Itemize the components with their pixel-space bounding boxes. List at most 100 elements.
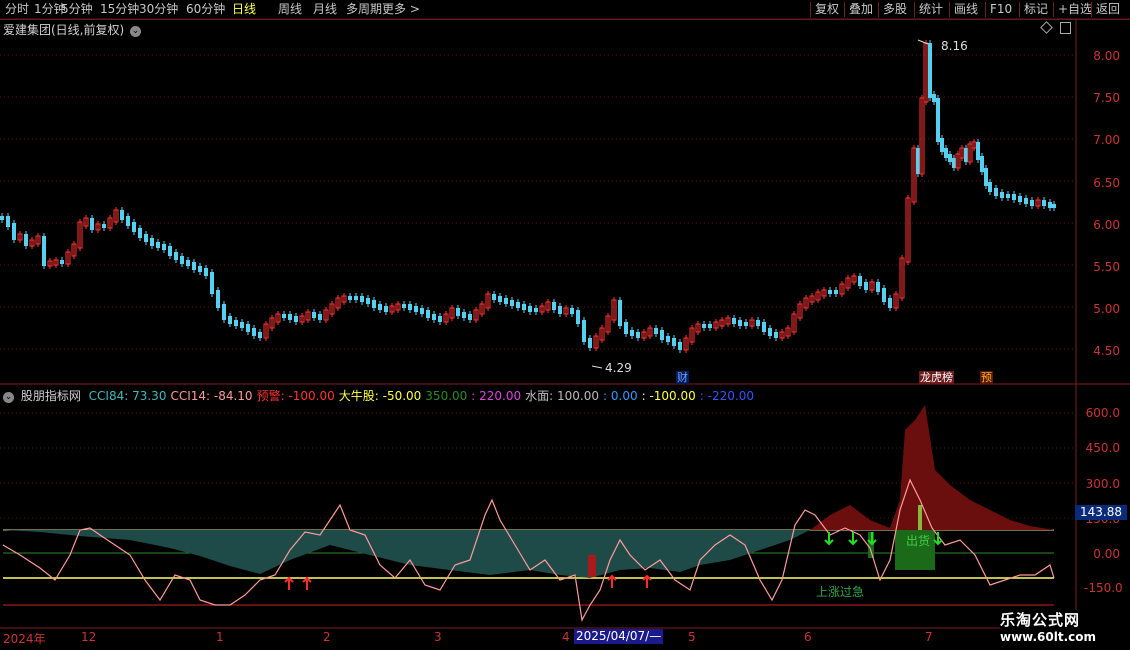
candle-body bbox=[504, 298, 508, 304]
candle-body bbox=[456, 308, 460, 316]
candle-body bbox=[408, 304, 412, 310]
candle-body bbox=[468, 314, 472, 320]
candle-body bbox=[864, 282, 868, 290]
candle-body bbox=[120, 210, 124, 220]
candle-body bbox=[180, 256, 184, 264]
time-tick: 3 bbox=[434, 630, 442, 644]
candle-body bbox=[744, 322, 748, 326]
candle-body bbox=[252, 328, 256, 336]
candle-body bbox=[582, 320, 586, 342]
candle-body bbox=[858, 276, 862, 286]
watermark-title: 乐淘公式网 bbox=[1000, 611, 1081, 629]
candle-body bbox=[438, 316, 442, 322]
high-price-label: 8.16 bbox=[941, 39, 968, 53]
watermark-url: www.60lt.com bbox=[1000, 630, 1097, 644]
event-marker[interactable]: 财 bbox=[676, 371, 689, 384]
candle-body bbox=[888, 298, 892, 308]
candle-body bbox=[570, 308, 574, 314]
candle-body bbox=[834, 290, 838, 294]
candle-body bbox=[636, 332, 640, 338]
candle-body bbox=[928, 43, 932, 98]
price-tick: 6.50 bbox=[1093, 176, 1120, 190]
candle-body bbox=[348, 296, 352, 300]
candle-body bbox=[1030, 200, 1034, 206]
candle-body bbox=[1012, 194, 1016, 200]
candle-body bbox=[312, 312, 316, 318]
candle-body bbox=[384, 306, 388, 312]
candle-body bbox=[552, 302, 556, 310]
candle-body bbox=[708, 324, 712, 328]
candle-body bbox=[916, 148, 920, 174]
candle-body bbox=[624, 322, 628, 334]
price-tick: 5.50 bbox=[1093, 260, 1120, 274]
candle-body bbox=[976, 142, 980, 160]
candle-body bbox=[876, 282, 880, 292]
candle-body bbox=[192, 262, 196, 270]
candle-body bbox=[222, 304, 226, 320]
candle-body bbox=[774, 332, 778, 338]
time-tick: 1 bbox=[216, 630, 224, 644]
time-tick: 5 bbox=[688, 630, 696, 644]
event-marker[interactable]: 预 bbox=[980, 371, 993, 384]
indicator-tick: -150.0 bbox=[1084, 581, 1123, 595]
candle-body bbox=[246, 324, 250, 332]
price-tick: 4.50 bbox=[1093, 344, 1120, 358]
candle-body bbox=[1018, 196, 1022, 202]
candle-body bbox=[576, 310, 580, 324]
event-marker[interactable]: 龙虎榜 bbox=[919, 371, 954, 384]
candle-body bbox=[420, 308, 424, 314]
candle-body bbox=[522, 304, 526, 310]
candle-body bbox=[1024, 198, 1028, 204]
candle-body bbox=[516, 302, 520, 308]
price-tick: 8.00 bbox=[1093, 49, 1120, 63]
candle-body bbox=[882, 288, 886, 302]
alert-bar bbox=[588, 555, 596, 577]
cci84-area bbox=[3, 530, 810, 578]
candle-body bbox=[258, 332, 262, 338]
indicator-tick: 600.0 bbox=[1085, 406, 1120, 420]
candle-body bbox=[618, 300, 622, 326]
candle-body bbox=[12, 223, 16, 240]
chart-canvas[interactable] bbox=[0, 0, 1130, 650]
candle-body bbox=[204, 268, 208, 276]
indicator-tick: 0.00 bbox=[1093, 547, 1120, 561]
candle-body bbox=[660, 330, 664, 340]
candle-body bbox=[732, 318, 736, 324]
candle-body bbox=[944, 148, 948, 158]
candle-body bbox=[402, 304, 406, 308]
candle-body bbox=[282, 314, 286, 318]
candle-body bbox=[426, 310, 430, 318]
selected-date: 2025/04/07/— bbox=[574, 629, 664, 644]
time-tick: 4 bbox=[562, 630, 570, 644]
candle-body bbox=[354, 296, 358, 300]
price-tick: 6.00 bbox=[1093, 218, 1120, 232]
candle-body bbox=[498, 296, 502, 302]
candle-body bbox=[988, 182, 992, 192]
candle-body bbox=[994, 188, 998, 196]
candle-body bbox=[162, 244, 166, 250]
scroll-icon[interactable] bbox=[1060, 22, 1071, 34]
candle-body bbox=[288, 314, 292, 320]
candle-body bbox=[294, 316, 298, 322]
candle-body bbox=[462, 312, 466, 318]
candle-body bbox=[940, 138, 944, 152]
indicator-tick: 300.0 bbox=[1085, 477, 1120, 491]
candle-body bbox=[6, 216, 10, 227]
candle-body bbox=[228, 316, 232, 324]
candle-body bbox=[156, 242, 160, 248]
candle-body bbox=[168, 246, 172, 256]
rise-annotation: 上涨过急 bbox=[816, 585, 865, 599]
candle-body bbox=[984, 168, 988, 186]
sell-annotation: 出货 bbox=[906, 534, 931, 548]
candle-body bbox=[90, 218, 94, 230]
candle-body bbox=[378, 304, 382, 310]
candle-body bbox=[654, 328, 658, 334]
candle-body bbox=[138, 228, 142, 238]
candle-body bbox=[216, 290, 220, 308]
candle-body bbox=[702, 324, 706, 328]
candle-body bbox=[768, 328, 772, 336]
candle-body bbox=[1042, 200, 1046, 206]
candle-body bbox=[414, 306, 418, 312]
candle-body bbox=[678, 342, 682, 350]
candle-body bbox=[150, 238, 154, 246]
